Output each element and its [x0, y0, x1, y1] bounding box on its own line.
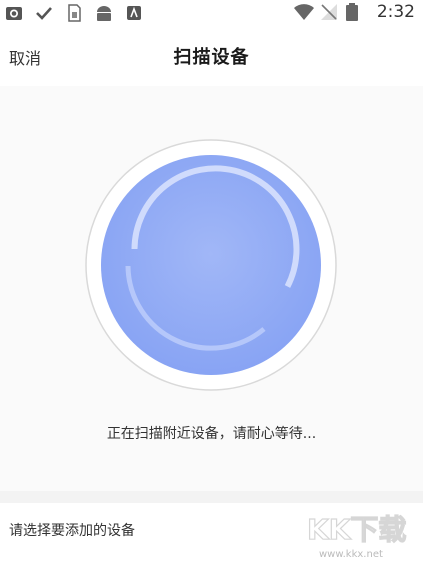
watermark-url: www.kkx.net [319, 549, 383, 560]
sim-icon [64, 3, 84, 23]
scan-status-text: 正在扫描附近设备，请耐心等待... [106, 426, 317, 442]
status-bar: 2:32 [0, 0, 423, 26]
scan-devices-screen: 2:32 取消 扫描设备 正在扫描附近设备，请耐心等待... 请选择要添加的设备 [0, 0, 423, 562]
camera-icon [4, 3, 24, 23]
android-icon [94, 3, 114, 23]
status-left-icons [4, 3, 144, 23]
page-title: 扫描设备 [173, 47, 250, 68]
status-right-icons: 2:32 [293, 2, 415, 22]
title-bar: 取消 扫描设备 [0, 26, 423, 86]
battery-icon [345, 2, 365, 22]
scan-inner-disc [101, 155, 321, 375]
wifi-icon [293, 2, 314, 22]
check-icon [34, 3, 54, 23]
watermark-logo: KK下载 [307, 513, 406, 546]
signal-icon [319, 2, 339, 22]
app-icon [124, 3, 144, 23]
site-watermark: KK下载 www.kkx.net [306, 512, 407, 560]
scan-progress-ring [85, 139, 337, 391]
scan-area: 正在扫描附近设备，请耐心等待... [0, 86, 423, 491]
section-divider [0, 491, 423, 503]
status-time: 2:32 [376, 2, 415, 22]
device-list-label: 请选择要添加的设备 [9, 523, 135, 539]
